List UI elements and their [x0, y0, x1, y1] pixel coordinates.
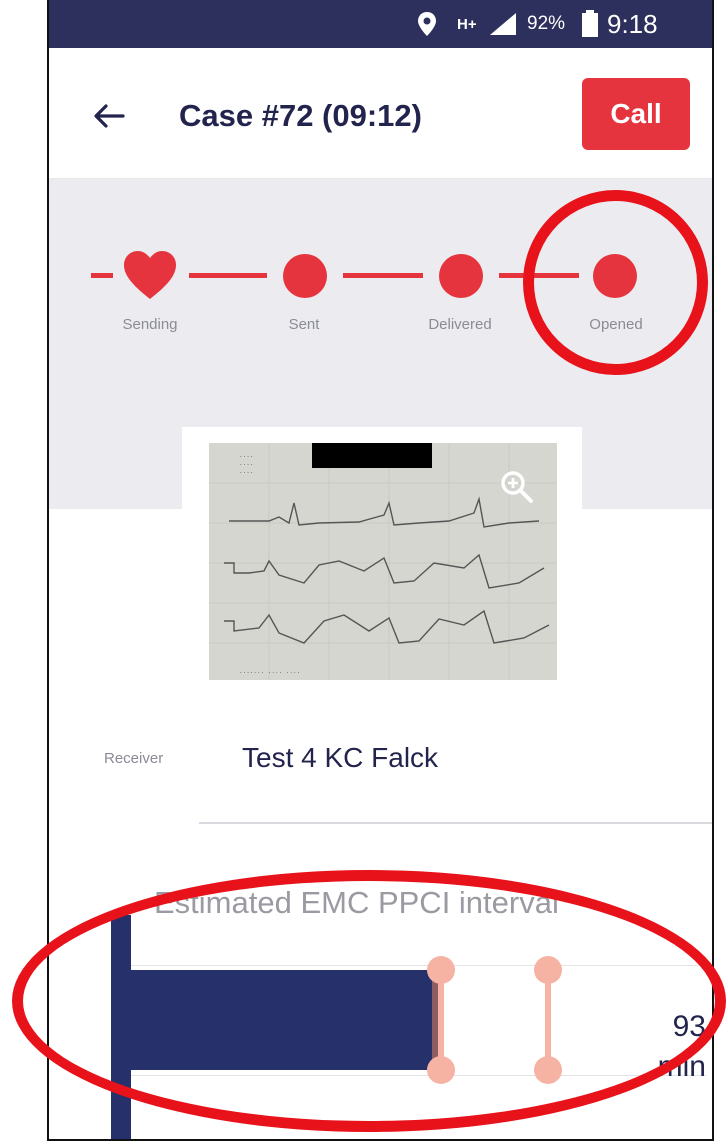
- redacted-box: [312, 443, 432, 468]
- ecg-image[interactable]: ............ ....... .... ....: [209, 443, 557, 680]
- svg-text:....: ....: [239, 468, 253, 475]
- range-handle-right[interactable]: [533, 955, 563, 1085]
- back-button[interactable]: [89, 96, 129, 136]
- interval-value: 93: [672, 1010, 706, 1043]
- battery-percent: 92%: [527, 13, 566, 34]
- bar-border-bottom: [131, 1075, 706, 1076]
- battery-icon: [581, 0, 599, 48]
- step-label-opened: Opened: [589, 316, 643, 333]
- step-label-sent: Sent: [288, 316, 320, 333]
- bar-axis: [111, 915, 131, 1139]
- status-bar: H+ 92% 9:18: [49, 0, 712, 48]
- receiver-value: Test 4 KC Falck: [242, 742, 439, 773]
- app-screen: H+ 92% 9:18 Case #72 (09:12) Call Sendin…: [47, 0, 714, 1141]
- interval-bar-fill: [131, 970, 441, 1070]
- receiver-label: Receiver: [104, 750, 164, 767]
- progress-line: [343, 273, 423, 278]
- step-dot-opened: [593, 254, 637, 298]
- step-dot-sent: [283, 254, 327, 298]
- bar-border-top: [131, 965, 706, 966]
- progress-line: [189, 273, 267, 278]
- page-title: Case #72 (09:12): [179, 98, 422, 133]
- signal-icon: [489, 0, 517, 48]
- svg-text:....: ....: [239, 460, 253, 467]
- step-label-delivered: Delivered: [428, 316, 492, 333]
- header: Case #72 (09:12) Call: [49, 48, 712, 179]
- range-handle-left[interactable]: [426, 955, 456, 1085]
- location-icon: [417, 0, 437, 48]
- heart-icon: [124, 251, 176, 299]
- progress-line: [91, 273, 113, 278]
- call-button[interactable]: Call: [582, 78, 690, 150]
- step-dot-delivered: [439, 254, 483, 298]
- step-label-sending: Sending: [122, 316, 178, 333]
- interval-unit: min: [657, 1050, 706, 1083]
- svg-text:....... .... ....: ....... .... ....: [239, 668, 300, 675]
- clock: 9:18: [607, 8, 658, 39]
- zoom-in-icon[interactable]: [497, 467, 537, 507]
- progress-line: [499, 273, 579, 278]
- delivery-progress: Sending Sent Delivered Opened: [49, 179, 712, 379]
- interval-bar: 93 min: [111, 915, 712, 1139]
- svg-text:....: ....: [239, 452, 253, 459]
- arrow-left-icon: [94, 104, 125, 128]
- network-type: H+: [457, 15, 477, 33]
- divider: [199, 822, 712, 824]
